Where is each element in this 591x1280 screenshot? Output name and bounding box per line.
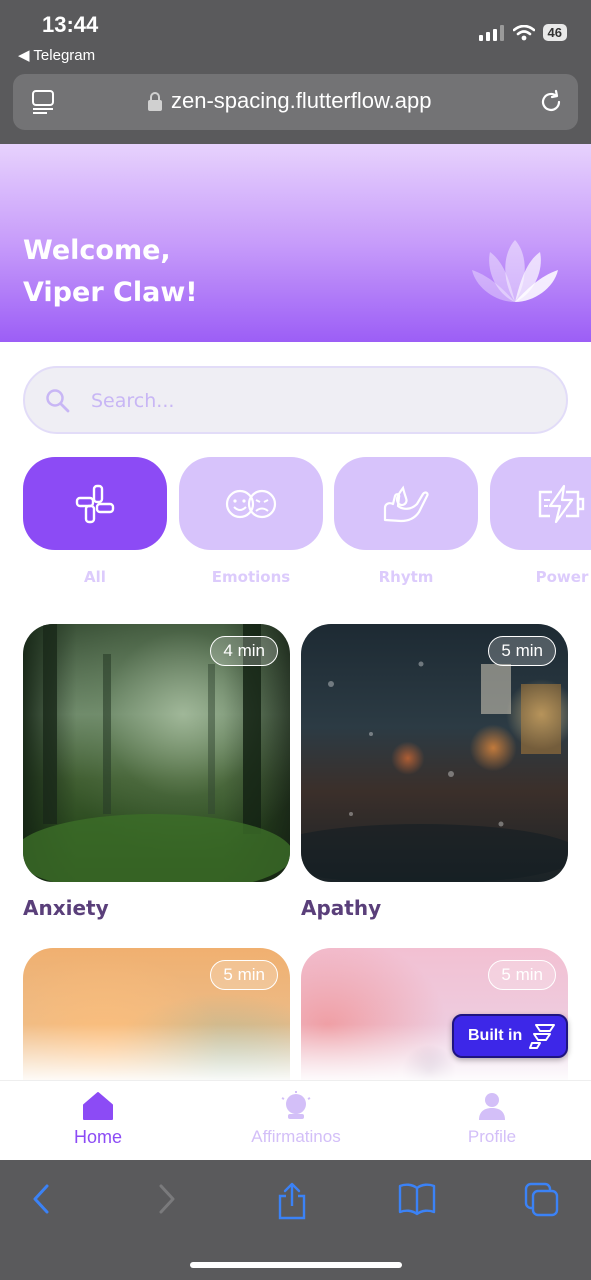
flutterflow-logo-icon: [529, 1024, 555, 1049]
back-icon[interactable]: [30, 1182, 52, 1216]
battery-level: 46: [542, 24, 567, 41]
welcome-line-1: Welcome,: [23, 235, 171, 266]
reload-icon[interactable]: [538, 88, 564, 116]
card-title: Apathy: [301, 896, 382, 920]
search-input[interactable]: [91, 386, 491, 416]
duration-badge: 5 min: [488, 636, 556, 666]
nav-label-affirmations: Affirmatinos: [251, 1127, 341, 1146]
welcome-user-name: Viper Claw!: [23, 277, 198, 308]
category-rhytm[interactable]: Rhytm: [334, 457, 478, 586]
card-title: Anxiety: [23, 896, 109, 920]
nav-item-affirmations[interactable]: Affirmatinos: [226, 1091, 366, 1147]
category-emotions-tile[interactable]: [179, 457, 323, 550]
crystal-ball-icon: [281, 1091, 311, 1119]
app-viewport: Welcome, Viper Claw! Search... All Emoti…: [0, 144, 591, 1160]
nav-item-home[interactable]: Home: [28, 1091, 168, 1148]
hand-drop-icon: [383, 484, 429, 522]
duration-badge: 5 min: [210, 960, 278, 990]
grid-blocks-icon: [75, 484, 115, 523]
bookmarks-icon[interactable]: [398, 1182, 436, 1216]
lotus-icon: [472, 240, 558, 302]
duration-badge: 5 min: [488, 960, 556, 990]
welcome-header: Welcome, Viper Claw!: [0, 144, 591, 342]
meditation-card-apathy[interactable]: 5 min Apathy: [301, 624, 568, 920]
url-text[interactable]: zen-spacing.flutterflow.app: [171, 88, 432, 114]
wifi-icon: [512, 24, 535, 40]
reader-icon[interactable]: [31, 89, 57, 115]
category-label: Emotions: [211, 568, 291, 586]
search-icon: [46, 389, 70, 413]
back-to-telegram-link[interactable]: ◀ Telegram: [18, 46, 95, 64]
category-label: Power: [535, 568, 589, 586]
share-icon[interactable]: [276, 1182, 308, 1220]
rainy-street-image[interactable]: 5 min: [301, 624, 568, 882]
home-indicator: [190, 1262, 402, 1268]
home-icon: [83, 1092, 113, 1120]
forward-icon[interactable]: [156, 1182, 178, 1216]
category-power-tile[interactable]: [490, 457, 591, 550]
nav-label-profile: Profile: [467, 1127, 517, 1146]
search-bar[interactable]: [23, 366, 568, 434]
tabs-icon[interactable]: [524, 1182, 560, 1218]
nav-label-home: Home: [73, 1127, 122, 1147]
category-list: All Emotions Rhytm Power: [23, 457, 591, 597]
built-in-label: Built in: [468, 1027, 523, 1044]
forest-image[interactable]: 4 min: [23, 624, 290, 882]
signal-icon: [478, 24, 504, 41]
bottom-navigation: Home Affirmatinos Profile: [0, 1080, 591, 1160]
category-label: All: [84, 568, 106, 586]
category-rhytm-tile[interactable]: [334, 457, 478, 550]
person-icon: [479, 1093, 505, 1120]
category-all[interactable]: All: [23, 457, 167, 586]
lock-icon: [148, 92, 162, 111]
status-bar: 13:44 ◀ Telegram 46: [0, 0, 591, 70]
category-all-tile[interactable]: [23, 457, 167, 550]
category-emotions[interactable]: Emotions: [179, 457, 323, 586]
duration-badge: 4 min: [210, 636, 278, 666]
battery-bolt-icon: [538, 484, 585, 523]
status-time: 13:44: [42, 12, 99, 37]
status-icons: 46: [478, 24, 567, 41]
category-label: Rhytm: [378, 568, 434, 586]
welcome-title: Welcome, Viper Claw!: [23, 230, 198, 314]
browser-url-bar[interactable]: zen-spacing.flutterflow.app: [13, 74, 578, 130]
category-power[interactable]: Power: [490, 457, 591, 586]
meditation-card-anxiety[interactable]: 4 min Anxiety: [23, 624, 290, 920]
nav-item-profile[interactable]: Profile: [422, 1091, 562, 1147]
emotions-faces-icon: [225, 489, 277, 518]
built-in-flutterflow-badge[interactable]: Built in: [452, 1014, 568, 1058]
